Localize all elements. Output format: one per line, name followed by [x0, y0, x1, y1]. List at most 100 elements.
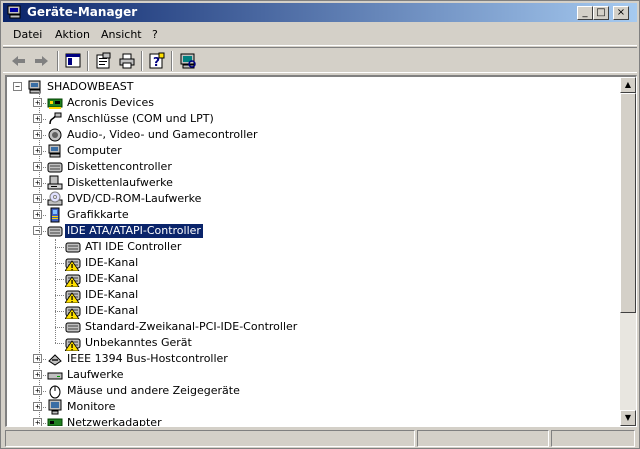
scroll-up-button[interactable]: ▲ — [620, 77, 636, 93]
tree-root[interactable]: − SHADOWBEAST — [7, 79, 617, 95]
display-adapter-icon — [47, 207, 63, 223]
minimize-button[interactable]: _ — [577, 6, 593, 20]
monitor-icon — [47, 399, 63, 415]
tree-connector-line — [39, 119, 46, 120]
tree-item-label: IDE-Kanal — [85, 256, 139, 269]
tree-category[interactable]: − IDE ATA/ATAPI-Controller — [7, 223, 617, 239]
device-tree: − SHADOWBEAST + Acronis Devices + Anschlüsse … — [7, 77, 619, 426]
tree-connector-line — [55, 295, 64, 296]
menu-aktion[interactable]: Aktion — [55, 28, 90, 41]
back-arrow-icon[interactable] — [9, 51, 29, 71]
tree-category[interactable]: + Netzwerkadapter — [7, 415, 617, 426]
menu-help[interactable]: ? — [152, 28, 158, 41]
forward-arrow-icon[interactable] — [31, 51, 51, 71]
floppy-icon — [47, 175, 63, 191]
tree-category[interactable]: + Laufwerke — [7, 367, 617, 383]
tree-device[interactable]: ATI IDE Controller — [7, 239, 617, 255]
tree-item-label: Anschlüsse (COM und LPT) — [67, 112, 214, 125]
device-tree-pane[interactable]: − SHADOWBEAST + Acronis Devices + Anschlüsse … — [5, 75, 637, 427]
toolbar-separator — [171, 51, 173, 71]
tree-connector-line — [55, 247, 64, 248]
tree-connector-line — [39, 423, 46, 424]
toolbar-separator — [87, 51, 89, 71]
device-manager-window: Geräte-Manager _ □ × Datei Aktion Ansich… — [0, 0, 640, 449]
board-icon — [47, 95, 63, 111]
tree-item-label: IDE ATA/ATAPI-Controller — [64, 223, 204, 239]
menu-ansicht[interactable]: Ansicht — [101, 28, 142, 41]
tree-connector-line — [39, 91, 40, 423]
toolbar-separator — [141, 51, 143, 71]
collapse-toggle[interactable]: − — [13, 82, 22, 91]
tree-connector-line — [55, 343, 64, 344]
cdrom-icon — [47, 191, 63, 207]
tree-connector-line — [39, 407, 46, 408]
tree-device[interactable]: Unbekanntes Gerät — [7, 335, 617, 352]
print-icon[interactable] — [117, 51, 137, 71]
title-bar[interactable]: Geräte-Manager _ □ × — [3, 3, 637, 22]
speaker-icon — [47, 127, 63, 143]
vertical-scrollbar[interactable]: ▲ ▼ — [620, 77, 636, 426]
controller-icon — [64, 287, 81, 304]
show-hide-console-tree-icon[interactable] — [63, 51, 83, 71]
tree-category[interactable]: + DVD/CD-ROM-Laufwerke — [7, 191, 617, 207]
help-icon[interactable]: ? — [147, 51, 167, 71]
tree-item-label: IDE-Kanal — [85, 272, 139, 285]
firewire-icon — [47, 351, 63, 367]
controller-icon — [64, 303, 81, 320]
tree-device[interactable]: IDE-Kanal — [7, 271, 617, 288]
tree-connector-line — [55, 263, 64, 264]
tree-item-label: IEEE 1394 Bus-Hostcontroller — [67, 352, 228, 365]
properties-icon[interactable] — [93, 51, 113, 71]
scrollbar-thumb[interactable] — [620, 93, 636, 313]
controller-icon — [65, 239, 81, 255]
maximize-button[interactable]: □ — [593, 6, 609, 20]
tree-device[interactable]: IDE-Kanal — [7, 303, 617, 320]
expand-toggle[interactable]: + — [33, 418, 42, 426]
tree-connector-line — [39, 151, 46, 152]
tree-category[interactable]: + Grafikkarte — [7, 207, 617, 223]
scan-hardware-icon[interactable] — [178, 51, 198, 71]
tree-item-label: Diskettenlaufwerke — [67, 176, 173, 189]
tree-category[interactable]: + Diskettencontroller — [7, 159, 617, 175]
tree-connector-line — [39, 375, 46, 376]
tree-device[interactable]: IDE-Kanal — [7, 287, 617, 304]
tree-category[interactable]: + Diskettenlaufwerke — [7, 175, 617, 191]
tree-device[interactable]: IDE-Kanal — [7, 255, 617, 272]
tree-item-label: Mäuse und andere Zeigegeräte — [67, 384, 240, 397]
tree-item-label: Netzwerkadapter — [67, 416, 162, 426]
menu-datei[interactable]: Datei — [13, 28, 42, 41]
tree-item-label: Laufwerke — [67, 368, 124, 381]
mouse-icon — [47, 383, 63, 399]
computer-icon — [27, 79, 43, 95]
controller-icon — [64, 271, 81, 288]
tree-category[interactable]: + Monitore — [7, 399, 617, 415]
tree-category[interactable]: + Acronis Devices — [7, 95, 617, 111]
tree-item-label: Diskettencontroller — [67, 160, 172, 173]
close-button[interactable]: × — [613, 6, 629, 20]
port-icon — [47, 111, 63, 127]
network-card-icon — [47, 415, 63, 426]
controller-icon — [64, 255, 81, 272]
tree-item-label: ATI IDE Controller — [85, 240, 182, 253]
status-pane-tertiary — [551, 430, 635, 447]
tree-connector-line — [55, 279, 64, 280]
tree-item-label: Standard-Zweikanal-PCI-IDE-Controller — [85, 320, 298, 333]
tree-device[interactable]: Standard-Zweikanal-PCI-IDE-Controller — [7, 319, 617, 335]
tree-item-label: Monitore — [67, 400, 116, 413]
tree-connector-line — [39, 183, 46, 184]
tree-category[interactable]: + Mäuse und andere Zeigegeräte — [7, 383, 617, 399]
tree-item-label: IDE-Kanal — [85, 288, 139, 301]
tree-category[interactable]: + Anschlüsse (COM und LPT) — [7, 111, 617, 127]
scroll-down-button[interactable]: ▼ — [620, 410, 636, 426]
tree-category[interactable]: + IEEE 1394 Bus-Hostcontroller — [7, 351, 617, 367]
tree-connector-line — [39, 167, 46, 168]
tree-category[interactable]: + Audio-, Video- und Gamecontroller — [7, 127, 617, 143]
tree-connector-line — [39, 231, 46, 232]
tree-category[interactable]: + Computer — [7, 143, 617, 159]
menu-bar: Datei Aktion Ansicht ? — [3, 24, 637, 46]
status-pane-main — [5, 430, 415, 447]
tree-item-label: Acronis Devices — [67, 96, 154, 109]
tree-connector-line — [39, 135, 46, 136]
tree-item-label: IDE-Kanal — [85, 304, 139, 317]
tree-connector-line — [39, 215, 46, 216]
